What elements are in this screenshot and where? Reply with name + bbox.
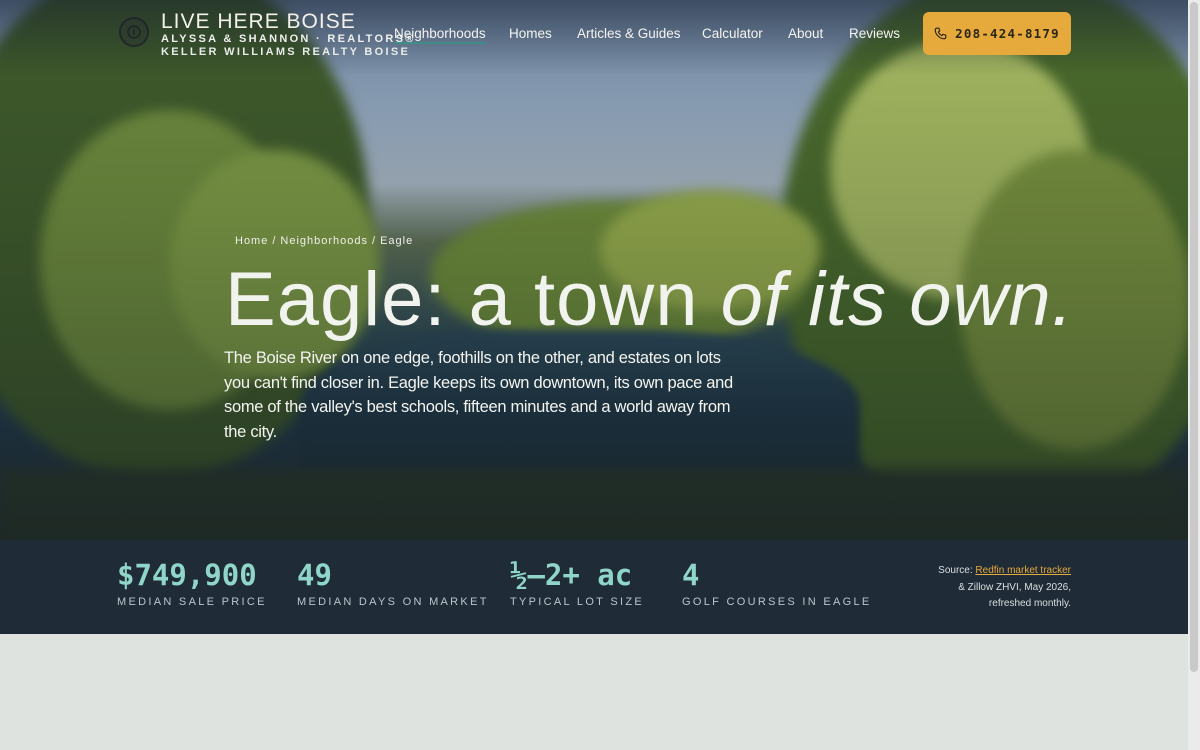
stat-golf-courses: 4 GOLF COURSES IN EAGLE: [682, 558, 872, 608]
stat-value: $749,900: [117, 558, 257, 592]
nav-link-homes[interactable]: Homes: [509, 26, 552, 41]
hero-lede: The Boise River on one edge, foothills o…: [224, 349, 733, 441]
clock-compass-icon[interactable]: [119, 17, 149, 47]
phone-icon: [934, 27, 947, 40]
stat-label: GOLF COURSES IN EAGLE: [682, 596, 872, 608]
page-scrollbar[interactable]: [1188, 0, 1200, 750]
stat-typical-lot-size: ½–2+ ac TYPICAL LOT SIZE: [510, 558, 644, 608]
brand-title[interactable]: LIVE HERE BOISE: [161, 10, 356, 34]
page-title: Eagle: a town of its own.: [225, 258, 1074, 342]
stat-median-days-on-market: 49 MEDIAN DAYS ON MARKET: [297, 558, 489, 608]
brand-company: KELLER WILLIAMS REALTY BOISE: [161, 46, 411, 58]
source-line-2: & Zillow ZHVI, May 2026,: [958, 581, 1071, 593]
nav-link-neighborhoods[interactable]: Neighborhoods: [394, 26, 486, 44]
nav-link-calculator[interactable]: Calculator: [702, 26, 763, 41]
source-line-3: refreshed monthly.: [988, 598, 1071, 609]
stat-value: 4: [682, 558, 700, 592]
market-stats-band: $749,900 MEDIAN SALE PRICE 49 MEDIAN DAY…: [0, 540, 1188, 634]
source-link-redfin[interactable]: Redfin market tracker: [975, 565, 1071, 576]
page-title-italic: of its own.: [720, 257, 1074, 342]
phone-number: 208-424-8179: [955, 26, 1060, 41]
breadcrumb-home[interactable]: Home: [235, 235, 268, 247]
call-phone-button[interactable]: 208-424-8179: [923, 12, 1071, 55]
scrollbar-thumb[interactable]: [1190, 2, 1198, 672]
brand-subtitle: ALYSSA & SHANNON · REALTORS®: [161, 33, 416, 45]
top-navigation: LIVE HERE BOISE ALYSSA & SHANNON · REALT…: [0, 0, 1188, 66]
stats-source-note: Source: Redfin market tracker & Zillow Z…: [938, 563, 1071, 613]
stat-label: TYPICAL LOT SIZE: [510, 596, 644, 608]
page-title-plain: Eagle: a town: [225, 257, 699, 342]
breadcrumb-separator: /: [372, 235, 377, 247]
stat-label: MEDIAN SALE PRICE: [117, 596, 267, 608]
breadcrumb-neighborhoods[interactable]: Neighborhoods: [280, 235, 368, 247]
breadcrumb: Home / Neighborhoods / Eagle: [235, 235, 413, 247]
stat-label: MEDIAN DAYS ON MARKET: [297, 596, 489, 608]
page: LIVE HERE BOISE ALYSSA & SHANNON · REALT…: [0, 0, 1188, 750]
nav-link-about[interactable]: About: [788, 26, 823, 41]
breadcrumb-separator: /: [272, 235, 277, 247]
stat-value: 49: [297, 558, 332, 592]
source-prefix: Source:: [938, 565, 976, 576]
nav-link-articles-guides[interactable]: Articles & Guides: [577, 26, 681, 41]
breadcrumb-eagle[interactable]: Eagle: [380, 235, 413, 247]
stat-value: ½–2+ ac: [510, 558, 633, 592]
stat-median-sale-price: $749,900 MEDIAN SALE PRICE: [117, 558, 267, 608]
nav-link-reviews[interactable]: Reviews: [849, 26, 900, 41]
